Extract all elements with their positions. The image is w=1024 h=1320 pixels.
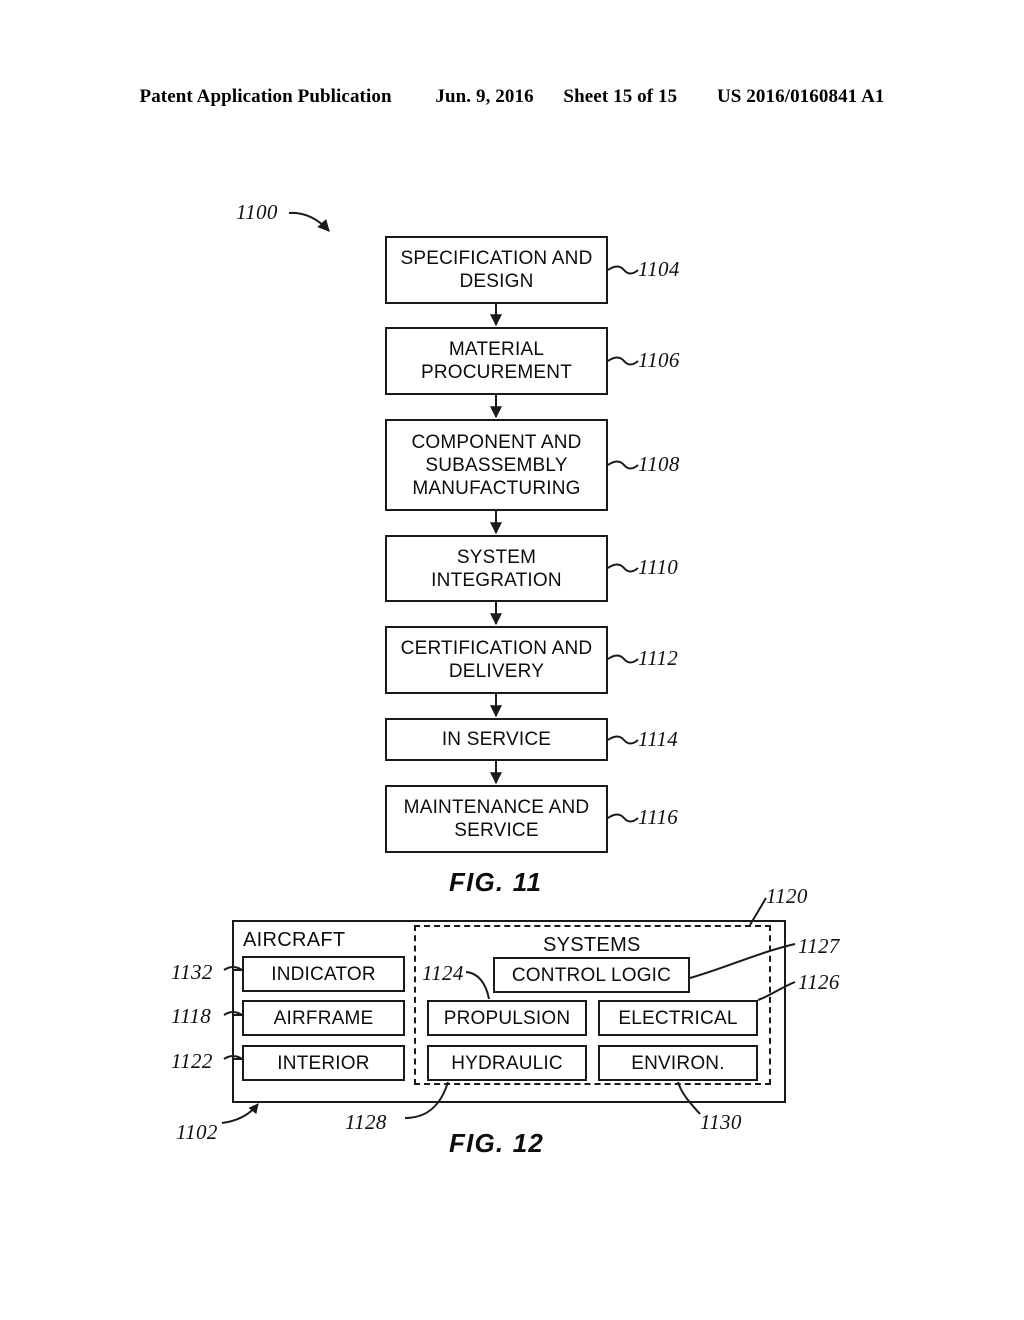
- systems-block-label: CONTROL LOGIC: [511, 964, 672, 986]
- systems-block-label: ENVIRON.: [631, 1052, 725, 1074]
- systems-block-environ: ENVIRON.: [598, 1045, 758, 1081]
- flow-step-component-and-subassembly-manufacturing: COMPONENT AND SUBASSEMBLY MANUFACTURING: [385, 419, 608, 511]
- leader-line-1108: [607, 460, 639, 470]
- flow-step-specification-and-design: SPECIFICATION AND DESIGN: [385, 236, 608, 304]
- aircraft-block-airframe: AIRFRAME: [242, 1000, 405, 1036]
- reference-numeral-1104: 1104: [638, 257, 680, 281]
- reference-numeral-1108: 1108: [638, 452, 680, 476]
- reference-numeral-1118: 1118: [171, 1004, 212, 1028]
- flow-step-certification-and-delivery: CERTIFICATION AND DELIVERY: [385, 626, 608, 694]
- flow-step-maintenance-and-service: MAINTENANCE AND SERVICE: [385, 785, 608, 853]
- leader-arrow-1102: [221, 1103, 259, 1124]
- page-header: Patent Application Publication Jun. 9, 2…: [0, 86, 1024, 108]
- leader-line-1104: [607, 265, 639, 275]
- reference-numeral-1102: 1102: [176, 1120, 218, 1144]
- systems-block-label: HYDRAULIC: [451, 1052, 563, 1074]
- aircraft-group-label: AIRCRAFT: [243, 929, 346, 951]
- leader-line-1116: [607, 813, 639, 823]
- flow-step-label: COMPONENT AND SUBASSEMBLY MANUFACTURING: [411, 431, 582, 499]
- header-patent-number: US 2016/0160841 A1: [716, 86, 885, 107]
- header-date: Jun. 9, 2016: [435, 86, 534, 107]
- flow-step-label: MAINTENANCE AND SERVICE: [403, 797, 590, 841]
- figure-11-caption: FIG. 11: [449, 867, 543, 897]
- leader-line-1112: [607, 654, 639, 664]
- flow-step-label: SYSTEM INTEGRATION: [431, 546, 562, 591]
- systems-block-control-logic: CONTROL LOGIC: [493, 957, 690, 993]
- reference-numeral-1132: 1132: [171, 960, 213, 984]
- reference-numeral-1114: 1114: [638, 727, 679, 751]
- systems-block-hydraulic: HYDRAULIC: [427, 1045, 587, 1081]
- figure-12-caption: FIG. 12: [449, 1128, 545, 1158]
- reference-numeral-1122: 1122: [171, 1049, 213, 1073]
- aircraft-block-label: AIRFRAME: [273, 1007, 374, 1029]
- reference-numeral-1112: 1112: [638, 646, 679, 670]
- systems-block-propulsion: PROPULSION: [427, 1000, 587, 1036]
- aircraft-block-interior: INTERIOR: [242, 1045, 405, 1081]
- reference-numeral-1110: 1110: [638, 555, 679, 579]
- flow-step-label: MATERIAL PROCUREMENT: [420, 339, 573, 383]
- flow-step-in-service: IN SERVICE: [385, 718, 608, 761]
- header-publication-title: Patent Application Publication: [139, 86, 392, 107]
- reference-numeral-1106: 1106: [638, 348, 680, 372]
- aircraft-block-indicator: INDICATOR: [242, 956, 405, 992]
- leader-line-1110: [607, 563, 639, 573]
- reference-numeral-1126: 1126: [798, 970, 840, 994]
- systems-block-label: ELECTRICAL: [618, 1007, 738, 1029]
- reference-numeral-1128: 1128: [345, 1110, 387, 1134]
- aircraft-block-label: INTERIOR: [277, 1052, 370, 1074]
- systems-block-electrical: ELECTRICAL: [598, 1000, 758, 1036]
- header-sheet-number: Sheet 15 of 15: [563, 86, 678, 107]
- flow-step-label: CERTIFICATION AND DELIVERY: [400, 638, 593, 682]
- reference-numeral-1127: 1127: [798, 934, 840, 958]
- reference-numeral-1124: 1124: [422, 961, 464, 985]
- systems-block-label: PROPULSION: [443, 1007, 571, 1029]
- flow-step-material-procurement: MATERIAL PROCUREMENT: [385, 327, 608, 395]
- reference-numeral-1120: 1120: [766, 884, 808, 908]
- flow-step-label: IN SERVICE: [441, 729, 552, 750]
- flow-step-system-integration: SYSTEM INTEGRATION: [385, 535, 608, 602]
- leader-line-1114: [607, 735, 639, 745]
- systems-group-label: SYSTEMS: [543, 934, 641, 956]
- aircraft-block-label: INDICATOR: [271, 963, 376, 985]
- reference-numeral-1130: 1130: [700, 1110, 742, 1134]
- reference-numeral-1100: 1100: [236, 200, 278, 224]
- leader-line-1106: [607, 356, 639, 366]
- flow-step-label: SPECIFICATION AND DESIGN: [400, 248, 593, 292]
- reference-numeral-1116: 1116: [638, 805, 679, 829]
- leader-arrow-1100: [288, 211, 330, 232]
